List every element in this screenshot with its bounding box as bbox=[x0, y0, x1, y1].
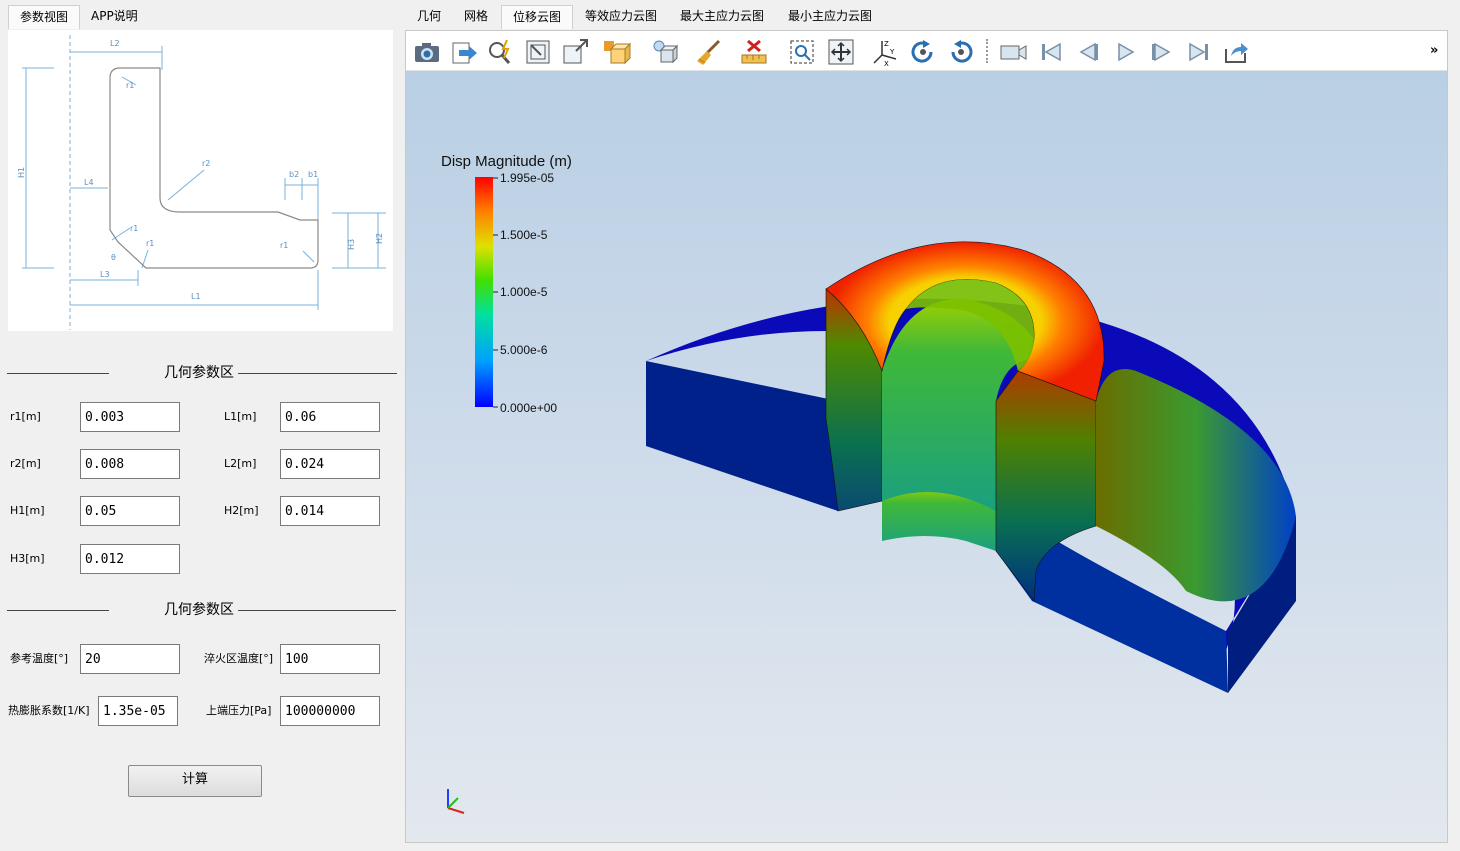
H1-input[interactable] bbox=[80, 496, 180, 526]
sketch-label-L1: L1 bbox=[191, 292, 201, 301]
sketch-label-b2: b2 bbox=[289, 170, 299, 179]
select-box-icon[interactable] bbox=[787, 37, 817, 67]
H2-input[interactable] bbox=[280, 496, 380, 526]
tab-app-description[interactable]: APP说明 bbox=[80, 5, 149, 29]
tab-displacement-contour[interactable]: 位移云图 bbox=[501, 5, 574, 29]
parameter-sketch: L2 H1 L4 L3 L1 b2 b1 H3 H2 r1 r2 r1 r1 r… bbox=[8, 30, 393, 331]
rotate-ccw-icon[interactable] bbox=[946, 37, 976, 67]
left-base-front-face bbox=[646, 361, 838, 511]
L1-label: L1[m] bbox=[224, 410, 257, 423]
rotate-cw-icon[interactable] bbox=[908, 37, 938, 67]
colorbar-title: Disp Magnitude (m) bbox=[441, 153, 572, 170]
light-icon[interactable] bbox=[649, 37, 679, 67]
expansion-coefficient-label: 热膨胀系数[1/K] bbox=[8, 704, 90, 717]
zoom-box-icon[interactable] bbox=[560, 37, 590, 67]
svg-text:X: X bbox=[884, 60, 889, 67]
prev-frame-icon[interactable] bbox=[1073, 37, 1103, 67]
viewer-toolbar: ZYX » bbox=[406, 31, 1447, 71]
geometry-section-title: 几何参数区 bbox=[160, 365, 238, 381]
top-pressure-label: 上端压力[Pa] bbox=[206, 704, 272, 717]
svg-text:Z: Z bbox=[884, 40, 889, 48]
play-icon[interactable] bbox=[1110, 37, 1140, 67]
colorbar-tick-label: 1.500e-5 bbox=[500, 228, 548, 242]
calculate-button[interactable]: 计算 bbox=[128, 765, 262, 797]
material-section-header: 几何参数区 bbox=[7, 601, 397, 621]
reference-temperature-input[interactable] bbox=[80, 644, 180, 674]
first-frame-icon[interactable] bbox=[1036, 37, 1066, 67]
colorbar-tick-label: 5.000e-6 bbox=[500, 343, 548, 357]
expansion-coefficient-input[interactable] bbox=[98, 696, 178, 726]
quench-temperature-input[interactable] bbox=[280, 644, 380, 674]
camera-icon[interactable] bbox=[412, 37, 442, 67]
sketch-label-L4: L4 bbox=[84, 178, 94, 187]
cube-view-icon[interactable] bbox=[601, 37, 631, 67]
material-section-title: 几何参数区 bbox=[160, 602, 238, 618]
sketch-label-theta: θ bbox=[111, 253, 116, 262]
ruler-icon[interactable] bbox=[739, 37, 769, 67]
sketch-label-r1-right: r1 bbox=[280, 241, 288, 250]
sketch-label-r1-top: r1 bbox=[126, 81, 134, 90]
H1-label: H1[m] bbox=[10, 504, 45, 517]
pick-icon[interactable] bbox=[486, 37, 516, 67]
displacement-render: Disp Magnitude (m) 1.995e-05 1.500e-5 1.… bbox=[441, 153, 1296, 814]
toolbar-separator bbox=[986, 39, 988, 63]
tab-parameter-view[interactable]: 参数视图 bbox=[8, 5, 81, 29]
sketch-label-H3: H3 bbox=[347, 239, 356, 250]
top-pressure-input[interactable] bbox=[280, 696, 380, 726]
next-frame-icon[interactable] bbox=[1147, 37, 1177, 67]
pan-icon[interactable] bbox=[826, 37, 856, 67]
hub-outer-surface bbox=[1096, 369, 1296, 602]
brush-icon[interactable] bbox=[693, 37, 723, 67]
app-window: 参数视图 APP说明 L2 H1 L4 L3 L1 b2 b1 H3 H2 r1… bbox=[0, 0, 1460, 851]
sketch-drawing: L2 H1 L4 L3 L1 b2 b1 H3 H2 r1 r2 r1 r1 r… bbox=[17, 35, 386, 330]
sketch-label-r1-mid: r1 bbox=[130, 224, 138, 233]
colorbar-tick-label: 1.000e-5 bbox=[500, 285, 548, 299]
export-icon[interactable] bbox=[449, 37, 479, 67]
3d-viewport[interactable]: Disp Magnitude (m) 1.995e-05 1.500e-5 1.… bbox=[406, 71, 1447, 842]
L1-input[interactable] bbox=[280, 402, 380, 432]
tab-max-principal-stress-contour[interactable]: 最大主应力云图 bbox=[669, 5, 775, 29]
axis-triad bbox=[447, 789, 465, 814]
sketch-label-L3: L3 bbox=[100, 270, 110, 279]
colorbar-tick-label: 1.995e-05 bbox=[500, 171, 554, 185]
H3-label: H3[m] bbox=[10, 552, 45, 565]
result-tab-bar: 几何 网格 位移云图 等效应力云图 最大主应力云图 最小主应力云图 bbox=[406, 5, 1460, 30]
video-icon[interactable] bbox=[998, 37, 1028, 67]
sketch-label-L2: L2 bbox=[110, 39, 120, 48]
sketch-label-H1: H1 bbox=[17, 167, 26, 178]
colorbar-gradient bbox=[475, 177, 493, 407]
tab-mesh[interactable]: 网格 bbox=[453, 5, 499, 29]
toolbar-overflow-button[interactable]: » bbox=[1430, 43, 1438, 58]
last-frame-icon[interactable] bbox=[1184, 37, 1214, 67]
left-tab-bar: 参数视图 APP说明 bbox=[0, 5, 400, 30]
quench-temperature-label: 淬火区温度[°] bbox=[204, 652, 274, 665]
half-ring-model bbox=[646, 241, 1296, 693]
axes-icon[interactable]: ZYX bbox=[870, 37, 900, 67]
tab-geometry[interactable]: 几何 bbox=[406, 5, 452, 29]
H2-label: H2[m] bbox=[224, 504, 259, 517]
sketch-label-H2: H2 bbox=[375, 233, 384, 244]
r1-input[interactable] bbox=[80, 402, 180, 432]
svg-text:Y: Y bbox=[889, 48, 895, 56]
tab-min-principal-stress-contour[interactable]: 最小主应力云图 bbox=[777, 5, 883, 29]
sketch-label-r1-low: r1 bbox=[146, 239, 154, 248]
L2-input[interactable] bbox=[280, 449, 380, 479]
r2-input[interactable] bbox=[80, 449, 180, 479]
tab-equivalent-stress-contour[interactable]: 等效应力云图 bbox=[574, 5, 668, 29]
l-profile-outline bbox=[109, 67, 319, 269]
share-icon[interactable] bbox=[1221, 37, 1251, 67]
geometry-section-header: 几何参数区 bbox=[7, 364, 397, 384]
reference-temperature-label: 参考温度[°] bbox=[10, 652, 69, 665]
L2-label: L2[m] bbox=[224, 457, 257, 470]
H3-input[interactable] bbox=[80, 544, 180, 574]
sketch-label-r2: r2 bbox=[202, 159, 210, 168]
r2-label: r2[m] bbox=[10, 457, 41, 470]
r1-label: r1[m] bbox=[10, 410, 41, 423]
colorbar-tick-label: 0.000e+00 bbox=[500, 401, 557, 415]
fit-view-icon[interactable] bbox=[523, 37, 553, 67]
sketch-label-b1: b1 bbox=[308, 170, 318, 179]
result-panel: ZYX » Disp Magnitude (m) 1.995e-05 1.500… bbox=[405, 30, 1448, 843]
